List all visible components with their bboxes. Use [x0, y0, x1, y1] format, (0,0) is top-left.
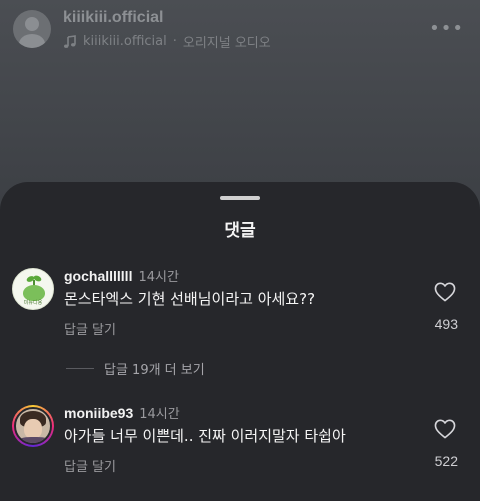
more-horizontal-icon[interactable]: ••• [429, 18, 464, 39]
avatar-face [24, 419, 42, 439]
divider-line [66, 368, 94, 369]
reel-username[interactable]: kiiikiii.official [63, 9, 163, 27]
heart-icon [434, 282, 456, 302]
comment-header: moniibe93 14시간 [64, 403, 180, 422]
audio-label: 오리지널 오디오 [182, 36, 271, 51]
audio-separator: · [172, 34, 177, 49]
reply-button[interactable]: 답글 달기 [64, 456, 116, 475]
music-note-icon [64, 34, 76, 48]
sheet-grabber[interactable] [220, 196, 260, 200]
reel-header: kiiikiii.official kiiikiii.official · 오리… [0, 0, 480, 175]
avatar-photo [14, 407, 52, 445]
avatar-caption: 미뉴디용 [23, 300, 43, 306]
like-count: 522 [434, 453, 458, 469]
avatar[interactable] [12, 405, 54, 447]
comment-text: 몬스타엑스 기현 선배님이라고 아세요?? [64, 290, 316, 308]
avatar-shirt [18, 437, 50, 443]
view-more-replies-button[interactable]: 답글 19개 더 보기 [66, 359, 205, 378]
like-button[interactable] [432, 282, 458, 302]
comment-username[interactable]: moniibe93 [64, 405, 133, 421]
like-button[interactable] [432, 419, 458, 439]
comments-sheet: 댓글 미뉴디용 gochalllllll 14시간 몬스타엑스 기현 선배님이라… [0, 182, 480, 501]
comment-text: 아가들 너무 이쁜데.. 진짜 이러지말자 타쉽아 [64, 427, 346, 445]
audio-account: kiiikiii.official [83, 34, 167, 49]
reel-avatar[interactable] [13, 10, 51, 48]
reel-audio-info[interactable]: kiiikiii.official · 오리지널 오디오 [63, 32, 271, 51]
view-more-replies-label: 답글 19개 더 보기 [104, 363, 205, 378]
comment-username[interactable]: gochalllllll [64, 268, 132, 284]
avatar[interactable]: 미뉴디용 [12, 268, 54, 310]
heart-icon [434, 419, 456, 439]
comment-timestamp: 14시간 [139, 407, 180, 422]
comment-timestamp: 14시간 [138, 270, 179, 285]
like-count: 493 [434, 316, 458, 332]
reply-button[interactable]: 답글 달기 [64, 319, 116, 338]
comment-header: gochalllllll 14시간 [64, 266, 179, 285]
sheet-title: 댓글 [224, 221, 256, 241]
